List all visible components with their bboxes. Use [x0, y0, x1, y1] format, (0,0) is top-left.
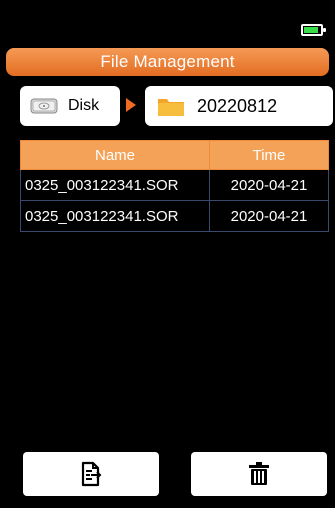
battery-tip [323, 28, 326, 32]
breadcrumb-root[interactable]: Disk [20, 86, 120, 126]
export-button[interactable] [23, 452, 159, 496]
table-row[interactable]: 0325_003122341.SOR 2020-04-21 [20, 169, 329, 201]
column-header-name[interactable]: Name [20, 140, 210, 170]
table-row[interactable]: 0325_003122341.SOR 2020-04-21 [20, 200, 329, 232]
page-title-text: File Management [100, 52, 235, 71]
file-name: 0325_003122341.SOR [20, 169, 210, 201]
folder-icon [158, 99, 184, 116]
table-header-row: Name Time [20, 140, 329, 170]
disk-icon [30, 98, 58, 114]
file-time: 2020-04-21 [209, 200, 329, 232]
breadcrumb: Disk 20220812 [20, 86, 333, 126]
breadcrumb-root-label: Disk [68, 97, 100, 114]
file-name: 0325_003122341.SOR [20, 200, 210, 232]
export-file-icon [81, 461, 102, 487]
trash-icon [249, 462, 269, 485]
breadcrumb-current-label: 20220812 [197, 95, 278, 116]
page-title: File Management [6, 48, 329, 76]
file-table: Name Time 0325_003122341.SOR 2020-04-21 … [20, 140, 329, 232]
breadcrumb-current[interactable]: 20220812 [145, 86, 333, 126]
status-bar [0, 0, 335, 48]
file-time: 2020-04-21 [209, 169, 329, 201]
breadcrumb-separator-icon [126, 98, 136, 112]
delete-button[interactable] [191, 452, 327, 496]
battery-level [304, 27, 318, 33]
battery-icon [301, 24, 326, 36]
column-header-time[interactable]: Time [209, 140, 329, 170]
